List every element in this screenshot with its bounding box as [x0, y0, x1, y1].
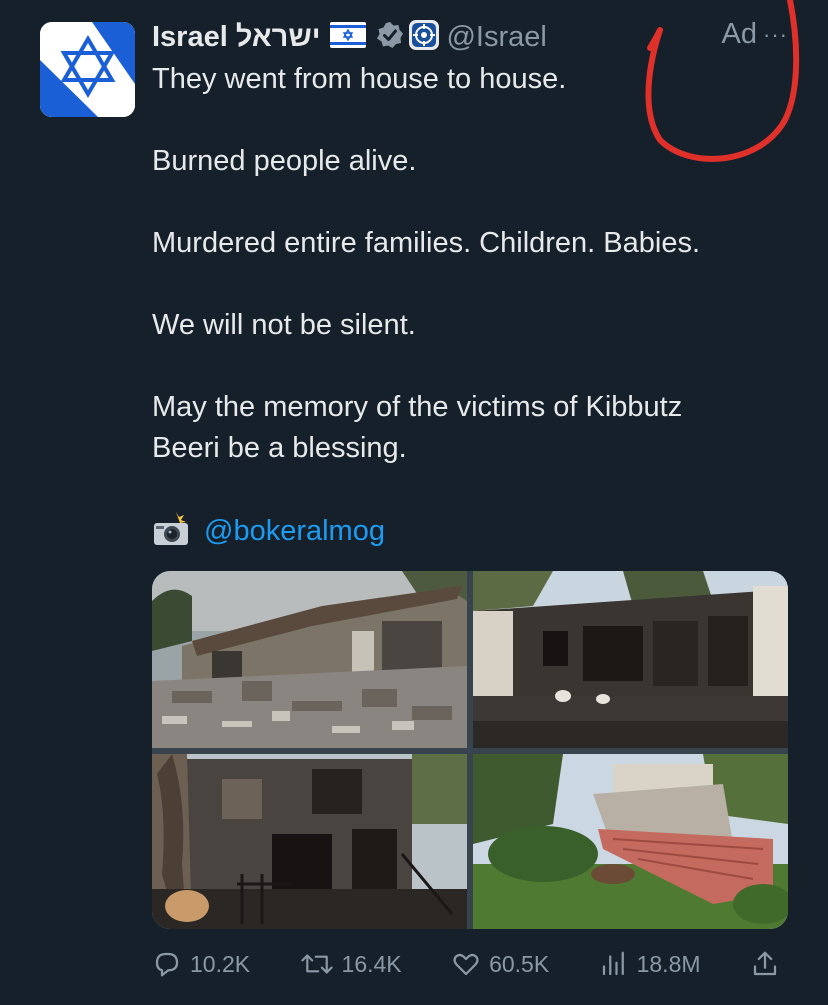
ad-indicator: Ad ···	[722, 18, 788, 51]
israel-flag-icon	[330, 21, 367, 53]
avatar[interactable]	[40, 22, 135, 117]
photo-credit: @bokeralmog	[152, 512, 385, 551]
government-affiliation-icon[interactable]	[408, 19, 440, 56]
reply-button[interactable]: 10.2K	[152, 949, 250, 979]
tweet-text: They went from house to house. Burned pe…	[152, 59, 792, 469]
tweet-line: Burned people alive.	[152, 145, 417, 177]
views-count: 18.8M	[636, 950, 701, 977]
camera-flash-icon	[152, 512, 190, 551]
repost-button[interactable]: 16.4K	[300, 949, 402, 979]
share-upload-icon	[753, 951, 777, 976]
more-options-icon[interactable]: ···	[763, 22, 788, 48]
reply-count: 10.2K	[190, 950, 251, 977]
star-of-david-icon	[40, 22, 135, 117]
tweet-line: Beeri be a blessing.	[152, 432, 407, 464]
tweet-line: They went from house to house.	[152, 63, 567, 95]
like-button[interactable]: 60.5K	[451, 949, 549, 979]
author-handle[interactable]: @Israel	[446, 21, 546, 54]
photo-burned-house[interactable]	[473, 571, 788, 748]
heart-icon	[453, 953, 479, 976]
share-button[interactable]	[750, 949, 788, 979]
verified-check-icon[interactable]	[376, 21, 404, 54]
repost-arrows-icon	[300, 954, 333, 974]
speech-bubble-icon	[155, 952, 179, 977]
tweet-line: Murdered entire families. Children. Babi…	[152, 227, 701, 259]
author-name[interactable]: Israel ישראל	[152, 21, 320, 54]
photo-charred-building[interactable]	[152, 754, 467, 929]
views-button[interactable]: 18.8M	[599, 949, 701, 979]
photo-collapsed-roof-garden[interactable]	[473, 754, 788, 929]
photo-collapsed-house[interactable]	[152, 571, 467, 748]
bar-chart-icon	[602, 951, 624, 976]
tweet-header: Israel ישראל @Israel Ad ···	[152, 16, 788, 58]
ad-label: Ad	[721, 18, 758, 50]
credit-mention-link[interactable]: @bokeralmog	[204, 515, 385, 548]
tweet-actions: 10.2K 16.4K 60.5K 18.8M	[152, 944, 788, 984]
media-grid	[152, 571, 788, 929]
tweet-line: May the memory of the victims of Kibbutz	[152, 391, 683, 423]
tweet-line: We will not be silent.	[152, 309, 416, 341]
repost-count: 16.4K	[341, 950, 402, 977]
like-count: 60.5K	[489, 950, 550, 977]
